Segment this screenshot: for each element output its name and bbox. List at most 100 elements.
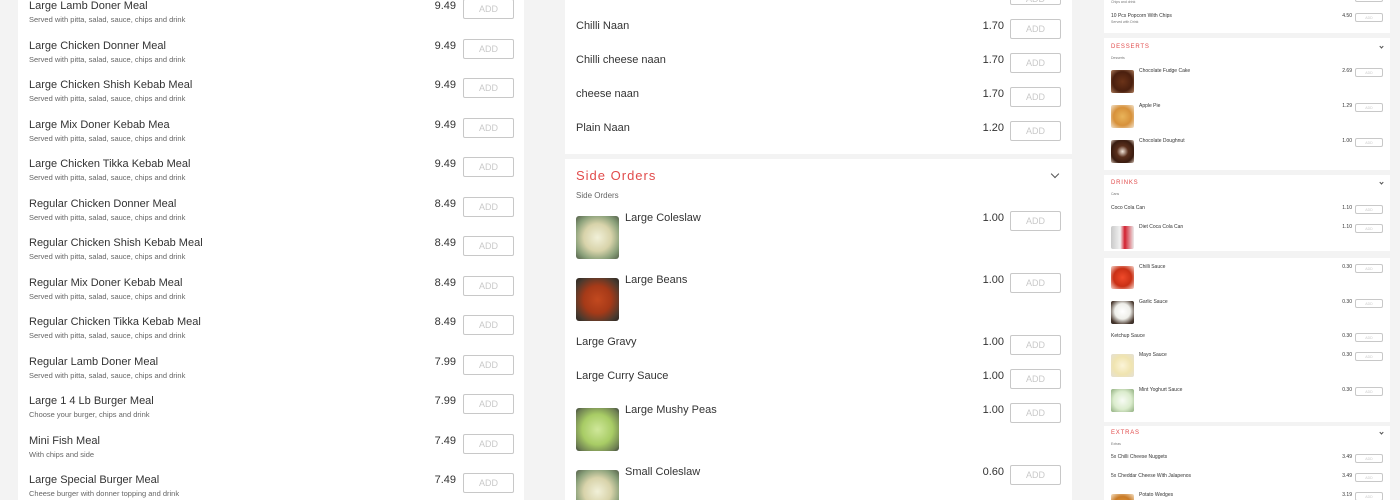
item-price: 1.20	[982, 122, 1004, 134]
add-button[interactable]: ADD	[1010, 53, 1061, 73]
item-name: Chilli Sauce	[1139, 264, 1166, 270]
menu-item[interactable]: Regular Chicken Shish Kebab Meal Served w…	[18, 236, 524, 275]
add-button[interactable]: ADD	[1010, 465, 1061, 485]
menu-item[interactable]: Large Coleslaw 1.00 ADD	[565, 211, 1072, 259]
menu-item[interactable]: Mini Fish Meal With chips and side 7.49 ADD	[18, 433, 524, 473]
menu-item[interactable]: Regular Lamb Doner Meal Served with pitta…	[18, 354, 524, 394]
item-price: 1.10	[1342, 224, 1352, 230]
add-button[interactable]	[1355, 0, 1383, 2]
category-title[interactable]: EXTRAS	[1111, 430, 1140, 436]
item-name: Coco Cola Can	[1111, 205, 1145, 211]
add-button[interactable]: ADD	[463, 275, 514, 296]
add-button[interactable]: ADD	[1355, 224, 1383, 233]
add-button[interactable]: ADD	[1010, 369, 1061, 389]
menu-item[interactable]: Large Chicken Donner Meal Served with pit…	[18, 38, 524, 78]
item-price: 7.99	[434, 395, 456, 407]
add-button[interactable]: ADD	[1355, 205, 1383, 214]
add-button[interactable]: ADD	[463, 315, 514, 335]
add-button[interactable]: ADD	[463, 354, 514, 375]
add-button[interactable]: ADD	[463, 78, 514, 98]
item-price: 7.49	[434, 434, 456, 447]
item-price: 3.49	[1342, 454, 1352, 460]
menu-item[interactable]: Large 1 4 Lb Burger Meal Choose your burg…	[18, 394, 524, 433]
section-divider	[1104, 251, 1390, 258]
chevron-down-icon[interactable]	[1379, 430, 1384, 435]
item-description: Served with pitta, salad, sauce, chips a…	[29, 94, 186, 103]
add-button[interactable]: ADD	[463, 236, 514, 256]
add-button[interactable]: ADD	[1355, 68, 1383, 77]
add-button[interactable]: ADD	[1355, 473, 1383, 482]
add-button[interactable]: ADD	[1355, 387, 1383, 396]
add-button[interactable]: ADD	[463, 38, 514, 59]
item-image	[1111, 301, 1134, 324]
add-button[interactable]: ADD	[463, 117, 514, 138]
add-button[interactable]: ADD	[463, 196, 514, 217]
add-button[interactable]: ADD	[1010, 335, 1061, 355]
menu-item[interactable]: Regular Chicken Tikka Kebab Meal Served w…	[18, 315, 524, 354]
add-button[interactable]: ADD	[1355, 103, 1383, 112]
menu-item[interactable]: Garlic Sauce 0.30 ADD	[1104, 299, 1390, 325]
add-button[interactable]: ADD	[1355, 299, 1383, 308]
menu-item[interactable]: Large Mushy Peas 1.00 ADD	[565, 403, 1072, 451]
add-button[interactable]: ADD	[1355, 333, 1383, 342]
add-button[interactable]: ADD	[1010, 19, 1061, 39]
chevron-down-icon[interactable]	[1379, 180, 1384, 185]
menu-item[interactable]: Large Beans 1.00 ADD	[565, 273, 1072, 321]
chevron-down-icon[interactable]	[1379, 44, 1384, 49]
menu-item[interactable]: Regular Mix Doner Kebab Meal Served with …	[18, 275, 524, 315]
add-button[interactable]: ADD	[1355, 264, 1383, 273]
category-title[interactable]: DESSERTS	[1111, 44, 1150, 50]
add-button[interactable]: ADD	[1010, 87, 1061, 107]
add-button[interactable]: ADD	[463, 433, 514, 454]
item-name: 5x Chilli Cheese Nuggets	[1111, 454, 1168, 460]
menu-item[interactable]: Chilli Naan 1.70 ADD	[565, 19, 1072, 49]
item-name: Chilli cheese naan	[576, 54, 666, 66]
menu-item[interactable]: Chocolate Doughnut 1.00 ADD	[1104, 138, 1390, 164]
menu-item[interactable]: Chocolate Fudge Cake 2.69 ADD	[1104, 68, 1390, 94]
item-price: 3.19	[1342, 492, 1352, 498]
menu-item[interactable]: Large Special Burger Meal Cheese burger w…	[18, 473, 524, 500]
add-button[interactable]: ADD	[1010, 0, 1061, 5]
chevron-down-icon[interactable]	[1050, 169, 1060, 179]
add-button[interactable]: ADD	[1010, 121, 1061, 141]
add-button[interactable]: ADD	[463, 473, 514, 493]
menu-item[interactable]: Plain Naan 1.20 ADD	[565, 121, 1072, 151]
menu-item[interactable]: Mint Yoghurt Sauce 0.30 ADD	[1104, 387, 1390, 413]
menu-item[interactable]: Diet Coca Cola Can 1.10 ADD	[1104, 224, 1390, 250]
menu-item[interactable]: Apple Pie 1.29 ADD	[1104, 103, 1390, 129]
menu-item[interactable]: Chilli cheese naan 1.70 ADD	[565, 53, 1072, 83]
menu-item[interactable]: Large Chicken Tikka Kebab Meal Served wit…	[18, 157, 524, 196]
menu-item[interactable]: Potato Wedges 3.19 ADD	[1104, 492, 1390, 500]
item-name: Plain Naan	[576, 122, 630, 134]
item-price: 8.49	[434, 197, 456, 210]
item-price: 0.30	[1342, 333, 1352, 339]
add-button[interactable]: ADD	[463, 0, 514, 19]
add-button[interactable]: ADD	[463, 394, 514, 414]
menu-item[interactable]: cheese naan 1.70 ADD	[565, 87, 1072, 117]
menu-item[interactable]: Large Lamb Doner Meal Served with pitta, …	[18, 0, 524, 38]
add-button[interactable]: ADD	[1010, 273, 1061, 293]
category-title[interactable]: DRINKS	[1111, 180, 1138, 186]
category-title[interactable]: Side Orders	[576, 168, 656, 183]
add-button[interactable]: ADD	[463, 157, 514, 177]
menu-item[interactable]: Small Coleslaw 0.60 ADD	[565, 465, 1072, 500]
add-button[interactable]: ADD	[1355, 138, 1383, 147]
menu-item[interactable]: Mayo Sauce 0.30 ADD	[1104, 352, 1390, 378]
add-button[interactable]: ADD	[1010, 211, 1061, 231]
add-button[interactable]: ADD	[1355, 13, 1383, 22]
menu-item[interactable]: Large Mix Doner Kebab Mea Served with pit…	[18, 117, 524, 157]
item-image	[1111, 354, 1134, 377]
menu-item[interactable]: Regular Chicken Donner Meal Served with p…	[18, 196, 524, 236]
item-name: Large Chicken Donner Meal	[29, 39, 166, 52]
menu-item[interactable]: Chilli Sauce 0.30 ADD	[1104, 264, 1390, 290]
add-button[interactable]: ADD	[1355, 454, 1383, 463]
popcorn-section: Chips and drink 10 Pcs Popcorn With Chip…	[1104, 0, 1390, 33]
add-button[interactable]: ADD	[1355, 352, 1383, 361]
item-image	[576, 216, 619, 259]
item-name: Large Chicken Shish Kebab Meal	[29, 79, 193, 91]
add-button[interactable]: ADD	[1010, 403, 1061, 423]
item-price: 1.00	[982, 370, 1004, 382]
add-button[interactable]: ADD	[1355, 492, 1383, 500]
item-image	[576, 408, 619, 451]
menu-item[interactable]: Large Chicken Shish Kebab Meal Served wit…	[18, 78, 524, 117]
